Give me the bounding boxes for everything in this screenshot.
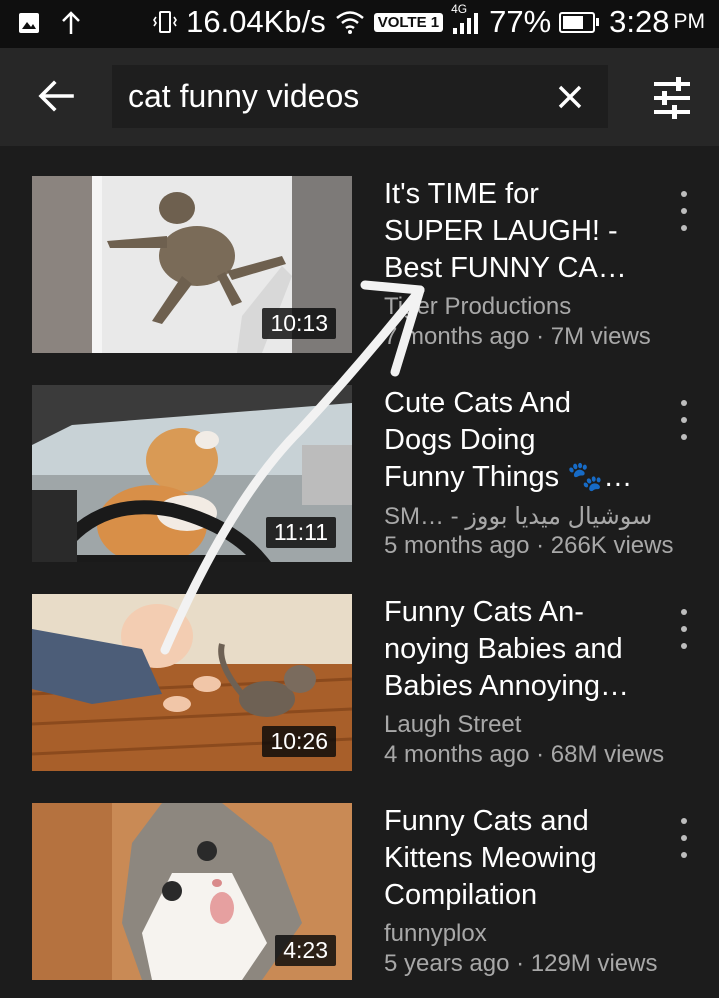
video-thumbnail[interactable]: 10:26	[32, 594, 352, 771]
more-vert-icon	[681, 818, 687, 824]
wifi-icon	[335, 11, 364, 34]
more-vert-icon	[681, 609, 687, 615]
filter-button[interactable]	[646, 72, 698, 124]
more-options-button[interactable]	[672, 400, 696, 440]
video-title[interactable]: Cute Cats And Dogs Doing Funny Things 🐾…	[384, 385, 654, 496]
channel-name[interactable]: Tiger Productions	[384, 293, 571, 321]
clock-time: 3:28	[609, 4, 670, 39]
gallery-notification-icon	[19, 13, 39, 33]
network-speed: 16.04Kb/s	[186, 4, 326, 39]
vibrate-icon	[153, 11, 178, 33]
search-input[interactable]	[128, 65, 528, 128]
video-thumbnail[interactable]: 11:11	[32, 385, 352, 562]
video-meta: 5 months ago · 266K views	[384, 532, 674, 559]
video-duration: 10:13	[262, 308, 336, 339]
video-result[interactable]: 11:11 Cute Cats And Dogs Doing Funny Thi…	[0, 355, 719, 565]
video-duration: 10:26	[262, 726, 336, 757]
channel-name[interactable]: funnyplox	[384, 920, 487, 948]
search-header	[0, 48, 719, 146]
channel-name[interactable]: SM… - سوشيال ميديا بووز	[384, 502, 652, 531]
back-button[interactable]	[30, 70, 82, 122]
channel-name[interactable]: Laugh Street	[384, 711, 521, 739]
more-vert-icon	[681, 400, 687, 406]
video-title[interactable]: Funny Cats and Kittens Meowing Compilati…	[384, 803, 654, 914]
video-duration: 4:23	[275, 935, 336, 966]
more-options-button[interactable]	[672, 818, 696, 858]
video-title[interactable]: It's TIME for SUPER LAUGH! - Best FUNNY …	[384, 176, 654, 287]
video-meta: 5 years ago · 129M views	[384, 950, 658, 977]
video-result[interactable]: 10:13 It's TIME for SUPER LAUGH! - Best …	[0, 146, 719, 356]
search-box	[112, 65, 608, 128]
network-type: 4G	[451, 2, 468, 16]
status-bar: 16.04Kb/s VOLTE 1 4G 77% 3:28 PM	[0, 0, 719, 48]
video-meta: 4 months ago · 68M views	[384, 741, 665, 768]
upload-arrow-icon	[62, 11, 80, 34]
video-result[interactable]: 4:23 Funny Cats and Kittens Meowing Comp…	[0, 773, 719, 983]
video-result[interactable]: 10:26 Funny Cats An- noying Babies and B…	[0, 564, 719, 774]
video-duration: 11:11	[265, 517, 336, 548]
clear-search-button[interactable]	[550, 77, 590, 117]
more-vert-icon	[681, 191, 687, 197]
video-meta: 7 months ago · 7M views	[384, 323, 651, 350]
filter-sliders-icon	[654, 77, 690, 119]
arrow-back-icon	[38, 80, 74, 112]
video-title[interactable]: Funny Cats An- noying Babies and Babies …	[384, 594, 654, 705]
battery-percentage: 77%	[489, 4, 552, 39]
more-options-button[interactable]	[672, 609, 696, 649]
video-thumbnail[interactable]: 4:23	[32, 803, 352, 980]
video-thumbnail[interactable]: 10:13	[32, 176, 352, 353]
clock-ampm: PM	[673, 10, 706, 33]
more-options-button[interactable]	[672, 191, 696, 231]
close-icon	[558, 85, 582, 109]
volte-badge: VOLTE 1	[373, 12, 444, 32]
battery-icon	[559, 11, 600, 33]
